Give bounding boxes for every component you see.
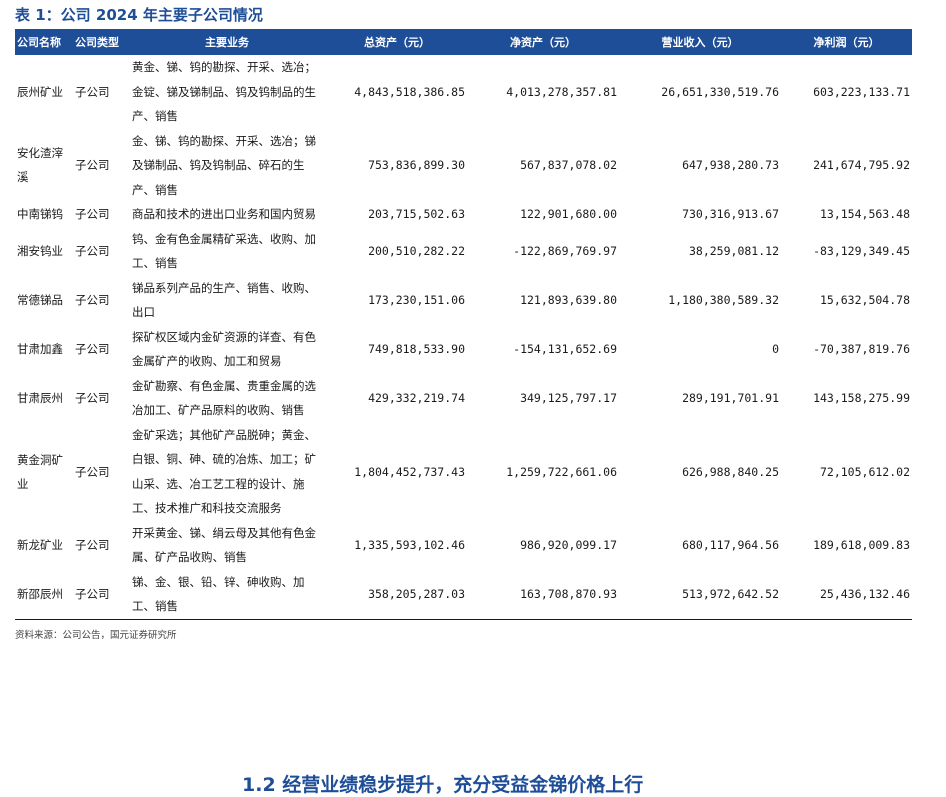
cell-type: 子公司 — [75, 158, 110, 173]
column-header-total-assets: 总资产（元） — [327, 29, 467, 55]
cell-business: 金矿勘察、有色金属、贵重金属的选冶加工、矿产品原料的收购、销售 — [132, 378, 316, 418]
cell-revenue: 626,988,840.25 — [682, 464, 779, 479]
source-note: 资料来源：公司公告，国元证券研究所 — [15, 629, 177, 641]
table-title: 表 1：公司 2024 年主要子公司情况 — [15, 6, 263, 24]
table-row: 湘安钨业 子公司 钨、金有色金属精矿采选、收购、加工、销售 200,510,28… — [15, 227, 912, 276]
column-header-net-profit: 净利润（元） — [781, 29, 912, 55]
cell-total-assets: 1,335,593,102.46 — [354, 538, 465, 552]
column-header-type: 公司类型 — [73, 29, 127, 55]
cell-net-assets: 121,893,639.80 — [520, 293, 617, 307]
cell-company: 安化渣滓溪 — [17, 146, 63, 185]
cell-company: 辰州矿业 — [17, 84, 63, 99]
cell-business: 商品和技术的进出口业务和国内贸易 — [132, 207, 316, 221]
cell-net-profit: 603,223,133.71 — [813, 84, 910, 99]
document-page: 表 1：公司 2024 年主要子公司情况 公司名称 公司类型 主要业务 总资产（… — [15, 0, 912, 641]
column-header-company: 公司名称 — [15, 29, 73, 55]
table-row: 中南锑钨 子公司 商品和技术的进出口业务和国内贸易 203,715,502.63… — [15, 202, 912, 227]
cell-net-assets: -154,131,652.69 — [513, 342, 617, 356]
cell-business: 金矿采选；其他矿产品脱砷；黄金、白银、铜、砷、硫的冶炼、加工；矿山采、选、冶工艺… — [132, 427, 316, 516]
cell-net-profit: -70,387,819.76 — [813, 342, 910, 356]
cell-type: 子公司 — [75, 207, 110, 222]
cell-business: 开采黄金、锑、绢云母及其他有色金属、矿产品收购、销售 — [132, 525, 316, 565]
cell-total-assets: 203,715,502.63 — [368, 207, 465, 222]
cell-total-assets: 358,205,287.03 — [327, 569, 467, 620]
table-row: 辰州矿业 子公司 黄金、锑、钨的勘探、开采、选冶；金锭、锑及锑制品、钨及钨制品的… — [15, 55, 912, 129]
cell-net-assets: 986,920,099.17 — [520, 538, 617, 552]
cell-revenue: 0 — [772, 342, 779, 356]
column-header-revenue: 营业收入（元） — [619, 29, 781, 55]
cell-company: 黄金洞矿业 — [17, 452, 63, 491]
cell-company: 新邵辰州 — [15, 569, 73, 620]
cell-net-profit: 72,105,612.02 — [819, 464, 910, 479]
cell-net-assets: -122,869,769.97 — [513, 244, 617, 258]
cell-net-profit: 143,158,275.99 — [813, 391, 910, 405]
table-row: 新邵辰州 子公司 锑、金、银、铅、锌、砷收购、加工、销售 358,205,287… — [15, 569, 912, 620]
table-row: 安化渣滓溪 子公司 金、锑、钨的勘探、开采、选冶；锑及锑制品、钨及钨制品、碎石的… — [15, 129, 912, 203]
cell-revenue: 289,191,701.91 — [682, 391, 779, 405]
cell-business: 探矿权区域内金矿资源的详查、有色金属矿产的收购、加工和贸易 — [132, 329, 316, 369]
table-header-row: 公司名称 公司类型 主要业务 总资产（元） 净资产（元） 营业收入（元） 净利润… — [15, 29, 912, 55]
cell-net-profit: 25,436,132.46 — [781, 569, 912, 620]
cell-net-profit: 189,618,009.83 — [813, 538, 910, 552]
cell-type: 子公司 — [75, 293, 110, 307]
column-header-net-assets: 净资产（元） — [467, 29, 619, 55]
cell-total-assets: 173,230,151.06 — [368, 293, 465, 307]
cell-company: 中南锑钨 — [17, 207, 63, 222]
cell-net-assets: 4,013,278,357.81 — [506, 84, 617, 99]
cell-company: 常德锑品 — [17, 293, 63, 307]
cell-net-assets: 567,837,078.02 — [520, 158, 617, 173]
subsidiaries-table: 公司名称 公司类型 主要业务 总资产（元） 净资产（元） 营业收入（元） 净利润… — [15, 29, 912, 620]
cell-net-profit: -83,129,349.45 — [813, 244, 910, 258]
cell-revenue: 647,938,280.73 — [682, 158, 779, 173]
cell-net-assets: 163,708,870.93 — [467, 569, 619, 620]
cell-net-profit: 241,674,795.92 — [813, 158, 910, 173]
cell-company: 新龙矿业 — [17, 538, 63, 552]
cell-type: 子公司 — [73, 569, 127, 620]
table-row: 甘肃辰州 子公司 金矿勘察、有色金属、贵重金属的选冶加工、矿产品原料的收购、销售… — [15, 374, 912, 423]
cell-revenue: 1,180,380,589.32 — [668, 293, 779, 307]
cell-type: 子公司 — [75, 391, 110, 405]
cell-total-assets: 753,836,899.30 — [368, 158, 465, 173]
cell-total-assets: 749,818,533.90 — [368, 342, 465, 356]
cell-company: 甘肃加鑫 — [17, 342, 63, 356]
table-body: 辰州矿业 子公司 黄金、锑、钨的勘探、开采、选冶；金锭、锑及锑制品、钨及钨制品的… — [15, 55, 912, 620]
cell-net-profit: 15,632,504.78 — [819, 293, 910, 307]
table-row: 甘肃加鑫 子公司 探矿权区域内金矿资源的详查、有色金属矿产的收购、加工和贸易 7… — [15, 325, 912, 374]
cell-total-assets: 429,332,219.74 — [368, 391, 465, 405]
column-header-business: 主要业务 — [127, 29, 327, 55]
cell-type: 子公司 — [75, 244, 110, 258]
cell-type: 子公司 — [75, 538, 110, 552]
cell-business: 锑、金、银、铅、锌、砷收购、加工、销售 — [127, 569, 327, 620]
cell-business: 金、锑、钨的勘探、开采、选冶；锑及锑制品、钨及钨制品、碎石的生产、销售 — [132, 133, 316, 197]
cell-net-assets: 1,259,722,661.06 — [506, 464, 617, 479]
cell-business: 钨、金有色金属精矿采选、收购、加工、销售 — [132, 231, 316, 271]
cell-revenue: 730,316,913.67 — [682, 207, 779, 222]
table-row: 常德锑品 子公司 锑品系列产品的生产、销售、收购、出口 173,230,151.… — [15, 276, 912, 325]
cell-company: 湘安钨业 — [17, 244, 63, 258]
cell-company: 甘肃辰州 — [17, 391, 63, 405]
table-row: 新龙矿业 子公司 开采黄金、锑、绢云母及其他有色金属、矿产品收购、销售 1,33… — [15, 521, 912, 570]
cell-total-assets: 200,510,282.22 — [368, 244, 465, 258]
cell-net-profit: 13,154,563.48 — [819, 207, 910, 222]
cell-revenue: 680,117,964.56 — [682, 538, 779, 552]
cell-business: 锑品系列产品的生产、销售、收购、出口 — [132, 280, 316, 320]
cell-revenue: 38,259,081.12 — [688, 244, 779, 258]
cell-type: 子公司 — [75, 342, 110, 356]
cell-type: 子公司 — [75, 464, 110, 479]
cell-revenue: 26,651,330,519.76 — [661, 84, 779, 99]
cell-net-assets: 349,125,797.17 — [520, 391, 617, 405]
cell-revenue: 513,972,642.52 — [619, 569, 781, 620]
cell-total-assets: 1,804,452,737.43 — [354, 464, 465, 479]
table-row: 黄金洞矿业 子公司 金矿采选；其他矿产品脱砷；黄金、白银、铜、砷、硫的冶炼、加工… — [15, 423, 912, 521]
cell-net-assets: 122,901,680.00 — [520, 207, 617, 222]
cell-total-assets: 4,843,518,386.85 — [354, 84, 465, 99]
cell-type: 子公司 — [75, 84, 110, 99]
cell-business: 黄金、锑、钨的勘探、开采、选冶；金锭、锑及锑制品、钨及钨制品的生产、销售 — [132, 60, 316, 123]
section-heading: 1.2 经营业绩稳步提升，充分受益金锑价格上行 — [242, 774, 644, 796]
